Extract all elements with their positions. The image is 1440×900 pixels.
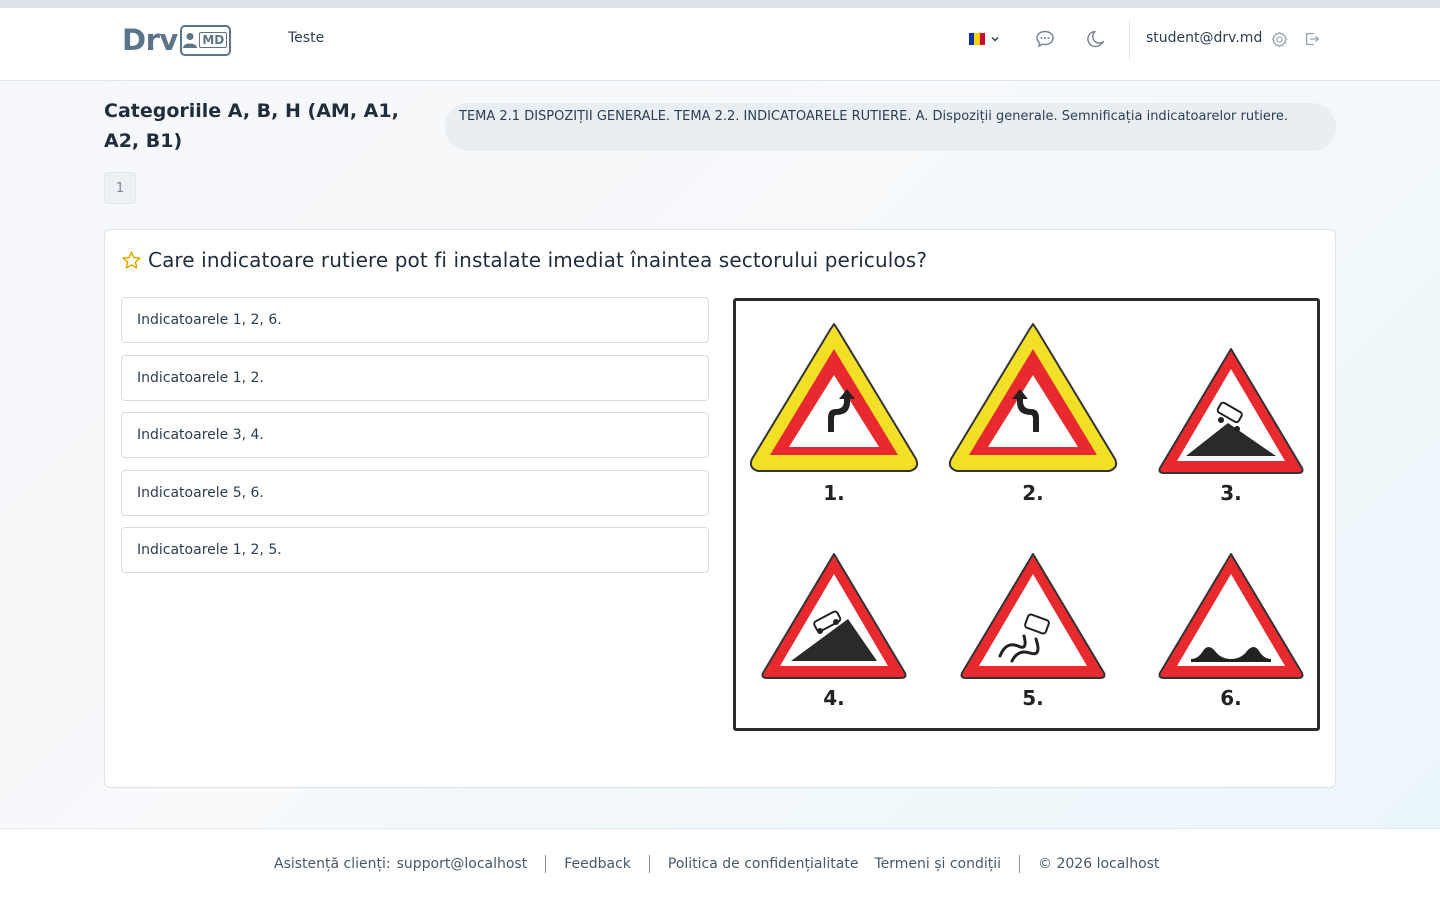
copyright: © 2026 localhost: [1038, 856, 1160, 872]
feedback-link[interactable]: Feedback: [564, 856, 631, 872]
terms-link[interactable]: Termeni și condiții: [874, 856, 1001, 872]
support-email-link[interactable]: support@localhost: [397, 856, 528, 872]
footer-divider: [545, 855, 547, 873]
answer-option[interactable]: Indicatoarele 5, 6.: [121, 469, 709, 516]
chat-icon: [1036, 30, 1054, 48]
privacy-policy-link[interactable]: Politica de confidențialitate: [668, 856, 859, 872]
question-text: Care indicatoare rutiere pot fi instalat…: [148, 248, 928, 272]
answer-option[interactable]: Indicatoarele 3, 4.: [121, 412, 709, 458]
theme-toggle[interactable]: [1085, 28, 1107, 50]
question-card: Care indicatoare rutiere pot fi instalat…: [104, 229, 1336, 788]
logo[interactable]: Drv MD: [122, 23, 231, 57]
question-number-button[interactable]: 1: [104, 172, 136, 204]
top-strip: [0, 0, 1440, 8]
nav-divider: [1129, 20, 1130, 60]
sign-label: 1.: [823, 481, 845, 505]
road-sign-double-bend-right: [749, 323, 919, 472]
user-email[interactable]: student@drv.md: [1146, 30, 1262, 46]
road-sign-steep-ascent: [761, 553, 907, 679]
page-title: Categoriile A, B, H (AM, A1, A2, B1): [104, 100, 399, 152]
user-icon: [183, 33, 198, 48]
top-navbar: Drv MD Teste student@drv.md: [0, 8, 1440, 81]
logo-badge: MD: [179, 24, 231, 56]
language-selector[interactable]: [967, 28, 1003, 50]
sign-label: 4.: [823, 686, 845, 710]
moon-icon: [1087, 30, 1105, 48]
logout-icon: [1305, 32, 1319, 46]
answer-list: Indicatoarele 1, 2, 6. Indicatoarele 1, …: [121, 297, 709, 585]
logout-button[interactable]: [1302, 28, 1322, 50]
footer-links: Asistență clienți: support@localhost Fee…: [274, 855, 1159, 873]
answer-option[interactable]: Indicatoarele 1, 2, 6.: [121, 297, 709, 343]
flag-icon: [969, 33, 985, 45]
sign-label: 6.: [1220, 686, 1242, 710]
settings-button[interactable]: [1270, 28, 1288, 50]
footer-divider: [648, 855, 650, 873]
theme-badge: TEMA 2.1 DISPOZIȚII GENERALE. TEMA 2.2. …: [445, 103, 1336, 151]
logo-badge-text: MD: [199, 32, 228, 48]
sign-label: 5.: [1022, 686, 1044, 710]
road-sign-steep-descent: [1158, 348, 1304, 474]
sign-label: 3.: [1220, 481, 1242, 505]
road-sign-uneven-road: [1158, 553, 1304, 679]
answer-option[interactable]: Indicatoarele 1, 2.: [121, 354, 709, 401]
road-sign-double-bend-left: [948, 323, 1118, 472]
logo-text: Drv: [122, 23, 178, 57]
support-label: Asistență clienți:: [274, 856, 391, 872]
chevron-down-icon: [991, 36, 999, 42]
road-sign-slippery-road: [960, 553, 1106, 679]
chat-button[interactable]: [1034, 28, 1056, 50]
question-image: 1. 2. 3. 4. 5. 6.: [733, 298, 1320, 731]
footer-divider: [1019, 855, 1021, 873]
sign-label: 2.: [1022, 481, 1044, 505]
question-header: Care indicatoare rutiere pot fi instalat…: [121, 248, 927, 272]
star-icon[interactable]: [121, 250, 142, 271]
gear-icon: [1271, 31, 1287, 47]
footer: Asistență clienți: support@localhost Fee…: [0, 828, 1440, 900]
nav-link-tests[interactable]: Teste: [288, 30, 324, 46]
answer-option[interactable]: Indicatoarele 1, 2, 5.: [121, 527, 709, 573]
